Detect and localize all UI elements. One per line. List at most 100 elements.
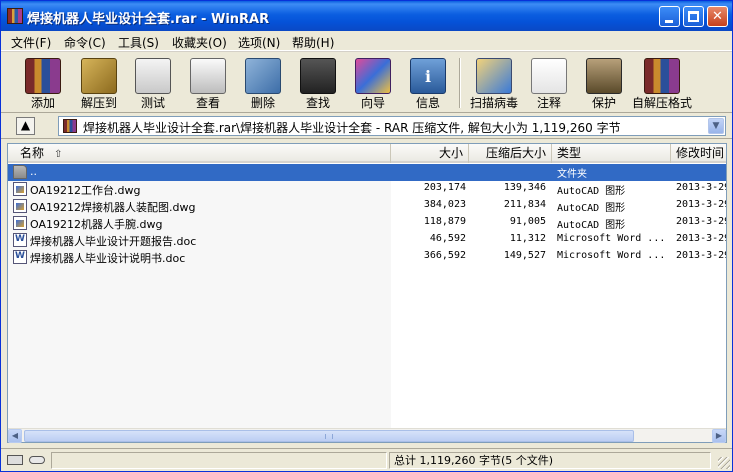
up-arrow-icon: ▲ bbox=[20, 118, 31, 132]
row-size: 384,023 bbox=[423, 199, 466, 210]
menu-options[interactable]: 选项(N) bbox=[238, 34, 280, 51]
dwg-file-icon bbox=[13, 182, 27, 196]
row-size: 46,592 bbox=[429, 233, 466, 244]
row-name: OA19212工作台.dwg bbox=[30, 184, 141, 197]
column-packed-header[interactable]: 压缩后大小 bbox=[469, 144, 552, 163]
minimize-icon bbox=[665, 20, 673, 23]
address-path: 焊接机器人毕业设计全套.rar\焊接机器人毕业设计全套 - RAR 压缩文件, … bbox=[83, 121, 621, 135]
row-packed: 11,312 bbox=[509, 233, 546, 244]
row-type: Microsoft Word ... bbox=[557, 250, 666, 261]
column-packed-label: 压缩后大小 bbox=[485, 146, 546, 160]
drive-icon[interactable] bbox=[7, 455, 23, 465]
column-name-label: 名称 bbox=[20, 146, 45, 160]
column-type-label: 类型 bbox=[557, 146, 582, 160]
row-packed: 91,005 bbox=[509, 216, 546, 227]
binoculars-icon bbox=[300, 58, 336, 94]
menu-favorites[interactable]: 收藏夹(O) bbox=[172, 34, 227, 51]
add-button[interactable]: 添加 bbox=[17, 54, 69, 112]
dwg-file-icon bbox=[13, 216, 27, 230]
column-modified-label: 修改时间 bbox=[676, 146, 725, 160]
row-modified: 2013-3-29 bbox=[676, 216, 726, 227]
info-icon: i bbox=[410, 58, 446, 94]
row-modified: 2013-3-29 bbox=[676, 233, 726, 244]
glasses-icon bbox=[190, 58, 226, 94]
menu-help[interactable]: 帮助(H) bbox=[292, 34, 334, 51]
maximize-icon bbox=[688, 11, 699, 22]
column-size-header[interactable]: 大小 bbox=[391, 144, 469, 163]
list-row-parent[interactable]: .. 文件夹 bbox=[8, 164, 726, 181]
list-row[interactable]: OA19212机器人手腕.dwg 118,879 91,005 AutoCAD … bbox=[8, 215, 726, 232]
column-size-label: 大小 bbox=[438, 146, 463, 160]
row-type: 文件夹 bbox=[557, 169, 587, 180]
scrollbar-thumb[interactable] bbox=[24, 430, 634, 442]
row-size: 203,174 bbox=[423, 182, 466, 193]
column-modified-header[interactable]: 修改时间 bbox=[671, 144, 726, 163]
title-bar[interactable]: 焊接机器人毕业设计全套.rar - WinRAR ✕ bbox=[1, 1, 732, 31]
folder-extract-icon bbox=[81, 58, 117, 94]
winrar-window: 焊接机器人毕业设计全套.rar - WinRAR ✕ 文件(F) 命令(C) 工… bbox=[0, 0, 733, 472]
row-packed: 211,834 bbox=[503, 199, 546, 210]
list-row[interactable]: OA19212焊接机器人装配图.dwg 384,023 211,834 Auto… bbox=[8, 198, 726, 215]
maximize-button[interactable] bbox=[683, 6, 704, 27]
sfx-label: 自解压格式 bbox=[631, 96, 692, 110]
menu-tools[interactable]: 工具(S) bbox=[118, 34, 159, 51]
close-button[interactable]: ✕ bbox=[707, 6, 728, 27]
column-type-header[interactable]: 类型 bbox=[552, 144, 671, 163]
row-size: 118,879 bbox=[423, 216, 466, 227]
row-modified: 2013-3-29 bbox=[676, 182, 726, 193]
horizontal-scrollbar[interactable]: ◀ ▶ bbox=[8, 428, 726, 443]
protect-button[interactable]: 保护 bbox=[578, 54, 630, 112]
scroll-left-button[interactable]: ◀ bbox=[8, 429, 22, 443]
word-doc-icon bbox=[13, 233, 27, 247]
resize-grip-icon[interactable] bbox=[718, 457, 730, 469]
row-type: AutoCAD 图形 bbox=[557, 220, 626, 231]
row-name: OA19212焊接机器人装配图.dwg bbox=[30, 201, 196, 214]
row-name: 焊接机器人毕业设计开题报告.doc bbox=[30, 235, 197, 248]
address-field[interactable]: 焊接机器人毕业设计全套.rar\焊接机器人毕业设计全套 - RAR 压缩文件, … bbox=[58, 116, 726, 136]
menu-file[interactable]: 文件(F) bbox=[11, 34, 51, 51]
shield-icon bbox=[586, 58, 622, 94]
magic-wand-icon bbox=[355, 58, 391, 94]
info-glyph: i bbox=[424, 67, 432, 86]
menu-bar: 文件(F) 命令(C) 工具(S) 收藏夹(O) 选项(N) 帮助(H) bbox=[1, 31, 732, 51]
file-list: 名称 ⇧ 大小 压缩后大小 类型 修改时间 .. 文件夹 OA19212工作台.… bbox=[7, 143, 727, 443]
word-doc-icon bbox=[13, 250, 27, 264]
info-button[interactable]: i 信息 bbox=[402, 54, 454, 112]
toolbar: 添加 解压到 测试 查看 删除 查找 向导 i 信息 扫描病毒 注释 保护 自解… bbox=[1, 51, 732, 113]
minimize-button[interactable] bbox=[659, 6, 680, 27]
list-row[interactable]: 焊接机器人毕业设计说明书.doc 366,592 149,527 Microso… bbox=[8, 249, 726, 266]
address-bar: ▲ 焊接机器人毕业设计全套.rar\焊接机器人毕业设计全套 - RAR 压缩文件… bbox=[1, 113, 732, 139]
menu-commands[interactable]: 命令(C) bbox=[64, 34, 106, 51]
archive-icon bbox=[63, 119, 77, 133]
row-type: Microsoft Word ... bbox=[557, 233, 666, 244]
folder-icon bbox=[13, 165, 27, 179]
column-name-header[interactable]: 名称 ⇧ bbox=[8, 144, 391, 163]
row-size: 366,592 bbox=[423, 250, 466, 261]
key-icon[interactable] bbox=[29, 456, 45, 464]
list-row[interactable]: OA19212工作台.dwg 203,174 139,346 AutoCAD 图… bbox=[8, 181, 726, 198]
row-name: OA19212机器人手腕.dwg bbox=[30, 218, 163, 231]
note-pencil-icon bbox=[531, 58, 567, 94]
up-folder-button[interactable]: ▲ bbox=[16, 117, 35, 135]
row-type: AutoCAD 图形 bbox=[557, 203, 626, 214]
recycle-bin-icon bbox=[245, 58, 281, 94]
chevron-down-icon: ▼ bbox=[712, 121, 720, 131]
row-type: AutoCAD 图形 bbox=[557, 186, 626, 197]
scroll-right-button[interactable]: ▶ bbox=[712, 429, 726, 443]
status-total: 总计 1,119,260 字节(5 个文件) bbox=[389, 452, 711, 469]
row-modified: 2013-3-29 bbox=[676, 199, 726, 210]
row-packed: 139,346 bbox=[503, 182, 546, 193]
sfx-button[interactable]: 自解压格式 bbox=[632, 54, 692, 112]
row-name: .. bbox=[30, 165, 37, 178]
winrar-app-icon[interactable] bbox=[7, 8, 23, 24]
address-dropdown-button[interactable]: ▼ bbox=[708, 118, 724, 134]
rar-books-icon bbox=[25, 58, 61, 94]
sfx-archive-icon bbox=[644, 58, 680, 94]
sort-ascending-icon: ⇧ bbox=[54, 149, 63, 160]
list-row[interactable]: 焊接机器人毕业设计开题报告.doc 46,592 11,312 Microsof… bbox=[8, 232, 726, 249]
close-icon: ✕ bbox=[712, 9, 723, 24]
chevron-left-icon: ◀ bbox=[11, 431, 19, 440]
list-header: 名称 ⇧ 大小 压缩后大小 类型 修改时间 bbox=[8, 144, 726, 163]
status-selection-pane bbox=[51, 452, 387, 469]
row-modified: 2013-3-29 bbox=[676, 250, 726, 261]
